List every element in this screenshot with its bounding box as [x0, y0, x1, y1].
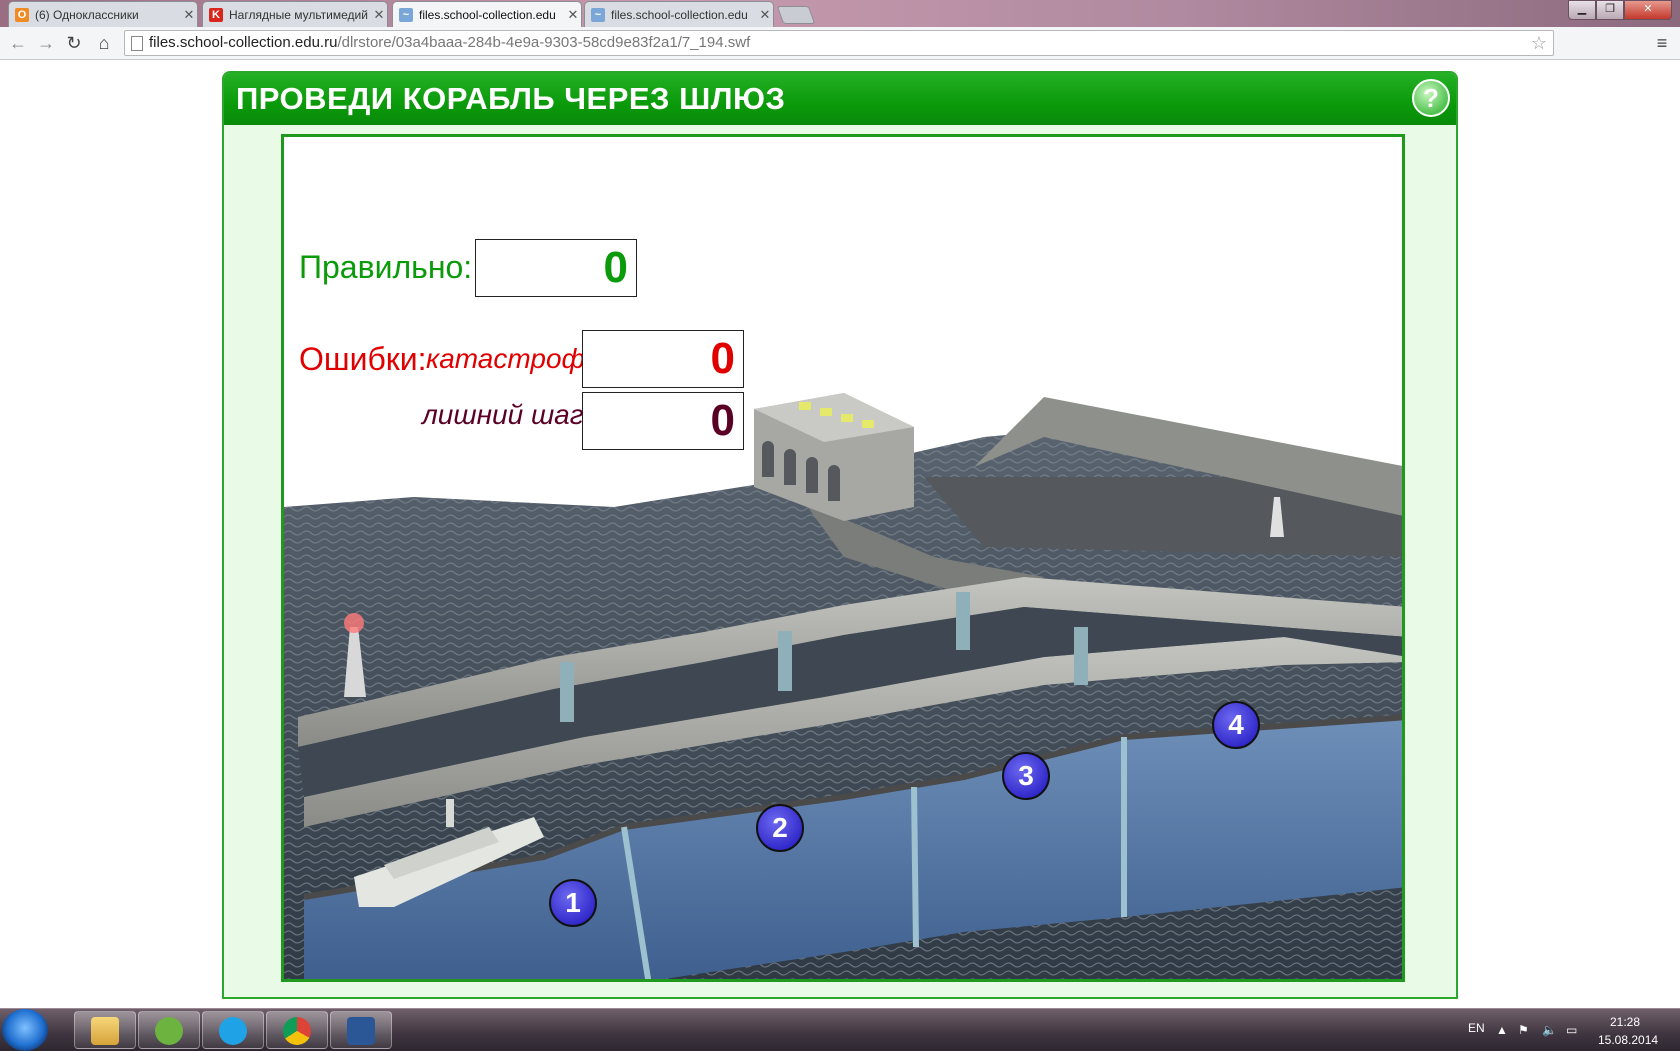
taskbar-utorrent[interactable] [138, 1011, 200, 1049]
extra-step-counter: 0 [582, 392, 744, 450]
taskbar-word[interactable] [330, 1011, 392, 1049]
tab-title: files.school-collection.edu [611, 7, 748, 22]
swf-file-icon: ~ [399, 7, 413, 22]
swf-file-icon: ~ [591, 7, 605, 22]
tray-expand-icon[interactable]: ▲ [1496, 1023, 1508, 1037]
tab-title: Наглядные мультимедий [229, 7, 368, 22]
minimize-icon[interactable]: ▁ [1568, 0, 1596, 20]
bookmark-star-icon[interactable]: ☆ [1531, 31, 1547, 55]
clock-date[interactable]: 15.08.2014 [1598, 1033, 1658, 1047]
tab-close-icon[interactable]: ✕ [565, 7, 581, 23]
app-header: ПРОВЕДИ КОРАБЛЬ ЧЕРЕЗ ШЛЮЗ ? [224, 73, 1456, 125]
lock-step-2-button[interactable]: 2 [756, 804, 804, 852]
catastrophe-label: катастрофа [426, 343, 601, 374]
errors-label: Ошибки: [299, 341, 427, 377]
lock-step-4-button[interactable]: 4 [1212, 701, 1260, 749]
restore-icon[interactable]: ❐ [1596, 0, 1624, 20]
forward-icon[interactable]: → [34, 31, 58, 55]
extra-step-label: лишний шаг [422, 399, 584, 430]
chrome-icon [283, 1017, 311, 1045]
word-icon [347, 1017, 375, 1045]
tab-close-icon[interactable]: ✕ [757, 7, 773, 23]
skype-icon [219, 1017, 247, 1045]
network-icon[interactable]: ▭ [1566, 1023, 1577, 1037]
lock-step-3-button[interactable]: 3 [1002, 752, 1050, 800]
lock-step-1-button[interactable]: 1 [549, 879, 597, 927]
catastrophe-counter: 0 [582, 330, 744, 388]
action-center-icon[interactable]: ⚑ [1518, 1023, 1529, 1037]
language-indicator[interactable]: EN [1468, 1021, 1485, 1035]
explorer-icon [91, 1017, 119, 1045]
address-bar[interactable]: files.school-collection.edu.ru/dlrstore/… [124, 30, 1554, 56]
tab-school-collection[interactable]: ~ files.school-collection.edu ✕ [584, 1, 774, 27]
tab-odnoklassniki[interactable]: O (6) Одноклассники ✕ [8, 1, 198, 27]
browser-toolbar: ← → ↻ ⌂ files.school-collection.edu.ru/d… [0, 27, 1680, 60]
lock-game-frame: ПРОВЕДИ КОРАБЛЬ ЧЕРЕЗ ШЛЮЗ ? Правильно: … [222, 71, 1458, 999]
chrome-menu-icon[interactable]: ≡ [1654, 33, 1670, 54]
correct-counter: 0 [475, 239, 637, 297]
tab-multimedia[interactable]: K Наглядные мультимедий ✕ [202, 1, 388, 27]
page-title: ПРОВЕДИ КОРАБЛЬ ЧЕРЕЗ ШЛЮЗ [236, 81, 786, 116]
page-icon [131, 36, 143, 51]
ship-lock-scene: Правильно: 0 Ошибки: катастрофа 0 лишний… [281, 134, 1405, 982]
odnoklassniki-icon: O [15, 7, 29, 22]
tab-close-icon[interactable]: ✕ [181, 7, 197, 23]
new-tab-button[interactable] [776, 6, 816, 24]
volume-icon[interactable]: 🔈 [1542, 1023, 1557, 1037]
taskbar-explorer[interactable] [74, 1011, 136, 1049]
help-button[interactable]: ? [1412, 79, 1450, 117]
url-path: /dlrstore/03a4baaa-284b-4e9a-9303-58cd9e… [337, 34, 751, 51]
correct-label: Правильно: [299, 249, 473, 285]
start-button[interactable] [2, 1009, 48, 1051]
taskbar-chrome[interactable] [266, 1011, 328, 1049]
window-controls: ▁ ❐ ✕ [1568, 0, 1672, 20]
home-icon[interactable]: ⌂ [92, 31, 116, 55]
tab-title: files.school-collection.edu [419, 7, 556, 22]
tab-school-collection-active[interactable]: ~ files.school-collection.edu ✕ [392, 1, 582, 27]
tab-close-icon[interactable]: ✕ [371, 7, 387, 23]
reload-icon[interactable]: ↻ [62, 31, 86, 55]
k-site-icon: K [209, 7, 223, 22]
windows-taskbar: EN ▲ ⚑ 🔈 ▭ 21:28 15.08.2014 [0, 1008, 1680, 1051]
url-host: files.school-collection.edu.ru [149, 34, 338, 51]
utorrent-icon [155, 1017, 183, 1045]
close-window-icon[interactable]: ✕ [1624, 0, 1672, 20]
back-icon[interactable]: ← [6, 31, 30, 55]
clock-time[interactable]: 21:28 [1610, 1015, 1640, 1029]
tab-title: (6) Одноклассники [35, 7, 139, 22]
taskbar-skype[interactable] [202, 1011, 264, 1049]
browser-tab-strip: O (6) Одноклассники ✕ K Наглядные мульти… [0, 0, 1680, 27]
